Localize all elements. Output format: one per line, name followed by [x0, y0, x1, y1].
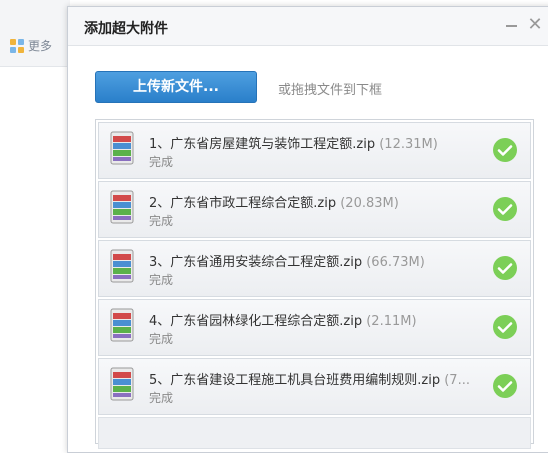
file-name-text: 5、广东省建设工程施工机具台班费用编制规则.zip — [149, 373, 441, 388]
check-circle-icon — [493, 374, 517, 398]
file-name: 4、广东省园林绿化工程综合定额.zip (2.11M) — [149, 310, 417, 329]
more-button[interactable]: 更多 — [10, 37, 52, 54]
file-list[interactable]: 1、广东省房屋建筑与装饰工程定额.zip (12.31M) 完成 2、广东省市政… — [95, 119, 534, 449]
file-name: 2、广东省市政工程综合定额.zip (20.83M) — [149, 192, 399, 211]
list-empty-row — [98, 417, 531, 449]
list-item[interactable]: 4、广东省园林绿化工程综合定额.zip (2.11M) 完成 — [98, 299, 531, 356]
drag-hint: 或拖拽文件到下框 — [278, 83, 383, 98]
background-app: 更多 — [0, 0, 70, 445]
file-status: 完成 — [149, 214, 174, 228]
check-circle-icon — [493, 315, 517, 339]
minimize-icon — [505, 25, 517, 27]
file-name-text: 3、广东省通用安装综合工程定额.zip — [149, 255, 363, 270]
file-size: (12.31M) — [379, 137, 438, 152]
zip-file-icon — [110, 367, 134, 401]
file-size: (2.11M) — [366, 314, 417, 329]
list-item[interactable]: 5、广东省建设工程施工机具台班费用编制规则.zip (7... 完成 — [98, 358, 531, 415]
dialog-titlebar: 添加超大附件 ✕ — [68, 7, 548, 46]
file-status: 完成 — [149, 332, 174, 346]
list-item[interactable]: 2、广东省市政工程综合定额.zip (20.83M) 完成 — [98, 181, 531, 238]
dialog-title: 添加超大附件 — [84, 21, 168, 37]
list-item[interactable]: 3、广东省通用安装综合工程定额.zip (66.73M) 完成 — [98, 240, 531, 297]
file-size: (20.83M) — [340, 196, 399, 211]
file-size: (7... — [444, 373, 470, 388]
background-toolbar — [0, 0, 70, 67]
minimize-button[interactable] — [502, 16, 520, 34]
more-label: 更多 — [28, 39, 53, 53]
check-circle-icon — [493, 138, 517, 162]
file-size: (66.73M) — [366, 255, 425, 270]
file-name-text: 4、广东省园林绿化工程综合定额.zip — [149, 314, 363, 329]
close-button[interactable]: ✕ — [526, 16, 544, 34]
attachment-dialog: 添加超大附件 ✕ 上传新文件... 或拖拽文件到下框 1、广东省房屋建筑与装饰工… — [67, 6, 548, 453]
zip-file-icon — [110, 131, 134, 165]
check-circle-icon — [493, 197, 517, 221]
file-name: 5、广东省建设工程施工机具台班费用编制规则.zip (7... — [149, 369, 470, 388]
close-icon: ✕ — [527, 14, 543, 35]
upload-new-file-button[interactable]: 上传新文件... — [95, 71, 257, 103]
list-item[interactable]: 1、广东省房屋建筑与装饰工程定额.zip (12.31M) 完成 — [98, 122, 531, 179]
zip-file-icon — [110, 308, 134, 342]
file-status: 完成 — [149, 391, 174, 405]
file-name: 3、广东省通用安装综合工程定额.zip (66.73M) — [149, 251, 425, 270]
zip-file-icon — [110, 190, 134, 224]
check-circle-icon — [493, 256, 517, 280]
apps-grid-icon — [10, 38, 24, 53]
file-status: 完成 — [149, 273, 174, 287]
file-name-text: 2、广东省市政工程综合定额.zip — [149, 196, 337, 211]
file-name-text: 1、广东省房屋建筑与装饰工程定额.zip — [149, 137, 376, 152]
file-status: 完成 — [149, 155, 174, 169]
file-name: 1、广东省房屋建筑与装饰工程定额.zip (12.31M) — [149, 133, 438, 152]
zip-file-icon — [110, 249, 134, 283]
